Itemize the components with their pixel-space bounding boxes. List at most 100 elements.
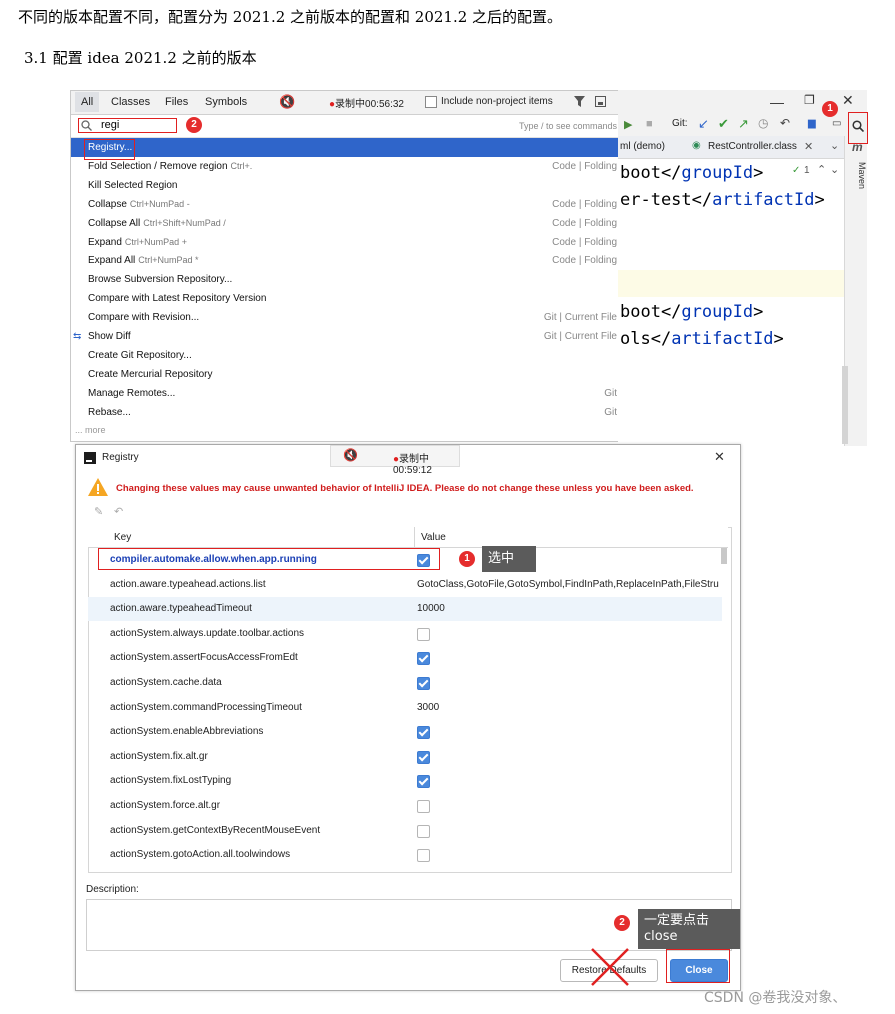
table-row[interactable]: actionSystem.commandProcessingTimeout 300… [88, 696, 722, 720]
result-item[interactable]: Expand Ctrl+NumPad + Code | Folding [71, 233, 619, 252]
editor-scrollbar[interactable] [842, 366, 848, 444]
git-commit-icon[interactable]: ✔ [718, 116, 729, 132]
value-checkbox[interactable] [417, 677, 430, 690]
stop-icon[interactable]: ■ [646, 118, 653, 130]
result-item[interactable]: Rebase... Git [71, 403, 619, 422]
result-label-text: Create Mercurial Repository [88, 368, 213, 380]
table-row[interactable]: actionSystem.getContextByRecentMouseEven… [88, 819, 722, 843]
git-update-icon[interactable]: ↙ [698, 116, 709, 132]
tab-rest-controller[interactable]: RestController.class [708, 141, 797, 152]
run-icon[interactable]: ▶ [624, 118, 632, 131]
table-row[interactable]: actionSystem.always.update.toolbar.actio… [88, 622, 722, 646]
table-row[interactable]: actionSystem.fixLostTyping [88, 769, 722, 793]
result-label: Collapse All Ctrl+Shift+NumPad / [88, 214, 226, 233]
column-divider[interactable] [414, 527, 415, 547]
value-checkbox[interactable] [417, 627, 430, 641]
row-value[interactable]: GotoClass,GotoFile,GotoSymbol,FindInPath… [417, 573, 719, 597]
tab-close-icon[interactable]: ✕ [804, 140, 813, 153]
tab-all[interactable]: All [75, 92, 100, 112]
table-row[interactable]: actionSystem.enableAbbreviations [88, 720, 722, 744]
project-structure-icon[interactable]: ▆ [808, 118, 816, 129]
dialog-close-icon[interactable]: ✕ [714, 449, 725, 465]
result-group: Code | Folding [552, 217, 617, 229]
result-item[interactable]: Collapse All Ctrl+Shift+NumPad / Code | Fo… [71, 214, 619, 233]
row-key: actionSystem.assertFocusAccessFromEdt [110, 652, 298, 664]
terminal-icon[interactable]: ▭ [832, 118, 841, 129]
pin-window-icon[interactable] [595, 96, 606, 107]
value-checkbox[interactable] [417, 652, 430, 666]
window-maximize-icon[interactable]: ❐ [804, 93, 815, 107]
result-item[interactable]: Compare with Revision... Git | Current Fi… [71, 308, 619, 327]
value-checkbox[interactable] [417, 750, 430, 764]
result-label: Collapse Ctrl+NumPad - [88, 195, 190, 214]
edit-icon[interactable]: ✎ [94, 505, 103, 518]
tab-symbols[interactable]: Symbols [205, 96, 247, 108]
value-checkbox[interactable] [417, 726, 430, 740]
row-key: action.aware.typeahead.actions.list [110, 578, 266, 590]
git-push-icon[interactable]: ↗ [738, 116, 749, 132]
result-item[interactable]: Show Diff ⇆ Git | Current File [71, 327, 619, 346]
window-close-icon[interactable]: ✕ [842, 92, 854, 109]
result-group: Code | Folding [552, 255, 617, 267]
window-minimize-icon[interactable]: — [770, 94, 784, 110]
result-item[interactable]: Create Mercurial Repository [71, 365, 619, 384]
result-shortcut: Ctrl+Shift+NumPad / [143, 217, 226, 228]
description-label: Description: [86, 884, 139, 895]
value-checkbox[interactable] [417, 800, 430, 813]
tooltip-close: 一定要点击 close [638, 909, 740, 949]
git-rollback-icon[interactable]: ↶ [780, 116, 790, 130]
tab-demo[interactable]: ml (demo) [620, 141, 665, 152]
more-link[interactable]: ... more [75, 425, 106, 435]
result-item[interactable]: Manage Remotes... Git [71, 384, 619, 403]
description-field[interactable] [86, 899, 732, 951]
search-hint: Type / to see commands [518, 121, 617, 131]
prev-highlight-icon[interactable]: ⌃ [817, 163, 826, 176]
column-header-key[interactable]: Key [114, 532, 131, 543]
maven-tool-label[interactable]: Maven [844, 162, 867, 189]
result-group: Git [604, 387, 617, 399]
row-value[interactable]: 3000 [417, 696, 439, 720]
tab-files[interactable]: Files [165, 96, 188, 108]
search-icon-highlight-box [848, 112, 868, 144]
row-value[interactable]: 10000 [417, 597, 445, 621]
result-item[interactable]: Collapse Ctrl+NumPad - Code | Folding [71, 195, 619, 214]
tooltip-close-line2: close [644, 929, 678, 944]
current-line-highlight [618, 270, 844, 297]
result-registry[interactable]: Registry... [71, 138, 619, 157]
result-item[interactable]: Expand All Ctrl+NumPad * Code | Folding [71, 251, 619, 270]
table-row[interactable]: actionSystem.cache.data [88, 671, 722, 695]
table-row[interactable]: actionSystem.fix.alt.gr [88, 745, 722, 769]
value-checkbox[interactable] [417, 824, 430, 838]
table-row[interactable]: actionSystem.force.alt.gr [88, 794, 722, 818]
table-row[interactable]: actionSystem.assertFocusAccessFromEdt [88, 646, 722, 670]
git-history-icon[interactable]: ◷ [758, 116, 768, 130]
table-row[interactable]: action.aware.typeaheadTimeout 10000 [88, 597, 722, 622]
result-label-text: Fold Selection / Remove region [88, 160, 228, 172]
table-header: Key Value [88, 527, 728, 548]
filter-icon[interactable] [574, 96, 585, 107]
row-key: actionSystem.fix.alt.gr [110, 750, 208, 762]
row-key: actionSystem.force.alt.gr [110, 800, 221, 811]
tabs-dropdown-icon[interactable]: ⌄ [830, 139, 839, 152]
result-label: Create Git Repository... [88, 346, 195, 365]
column-header-value[interactable]: Value [421, 532, 446, 543]
result-item[interactable]: Browse Subversion Repository... [71, 270, 619, 289]
revert-icon[interactable]: ↶ [114, 505, 123, 518]
result-item[interactable]: Create Git Repository... [71, 346, 619, 365]
value-checkbox[interactable] [417, 775, 430, 789]
row-key: actionSystem.cache.data [110, 677, 222, 688]
search-tabs-bar: All Classes Files Symbols 🔇 ●录制中00:56:32… [71, 91, 619, 115]
result-label: Create Mercurial Repository [88, 365, 216, 384]
result-item[interactable]: Fold Selection / Remove region Ctrl+. Code… [71, 157, 619, 176]
result-item[interactable]: Kill Selected Region [71, 176, 619, 195]
value-checkbox[interactable] [417, 849, 430, 863]
next-highlight-icon[interactable]: ⌄ [830, 163, 839, 176]
result-label: Manage Remotes... [88, 384, 178, 403]
table-row[interactable]: action.aware.typeahead.actions.list GotoC… [88, 573, 722, 597]
tab-classes[interactable]: Classes [111, 96, 150, 108]
result-shortcut: Ctrl+NumPad * [138, 255, 199, 266]
warning-message: Changing these values may cause unwanted… [116, 483, 694, 494]
result-item[interactable]: Compare with Latest Repository Version [71, 289, 619, 308]
table-row[interactable]: actionSystem.gotoAction.all.toolwindows [88, 843, 722, 867]
include-non-project-checkbox[interactable] [425, 96, 437, 108]
